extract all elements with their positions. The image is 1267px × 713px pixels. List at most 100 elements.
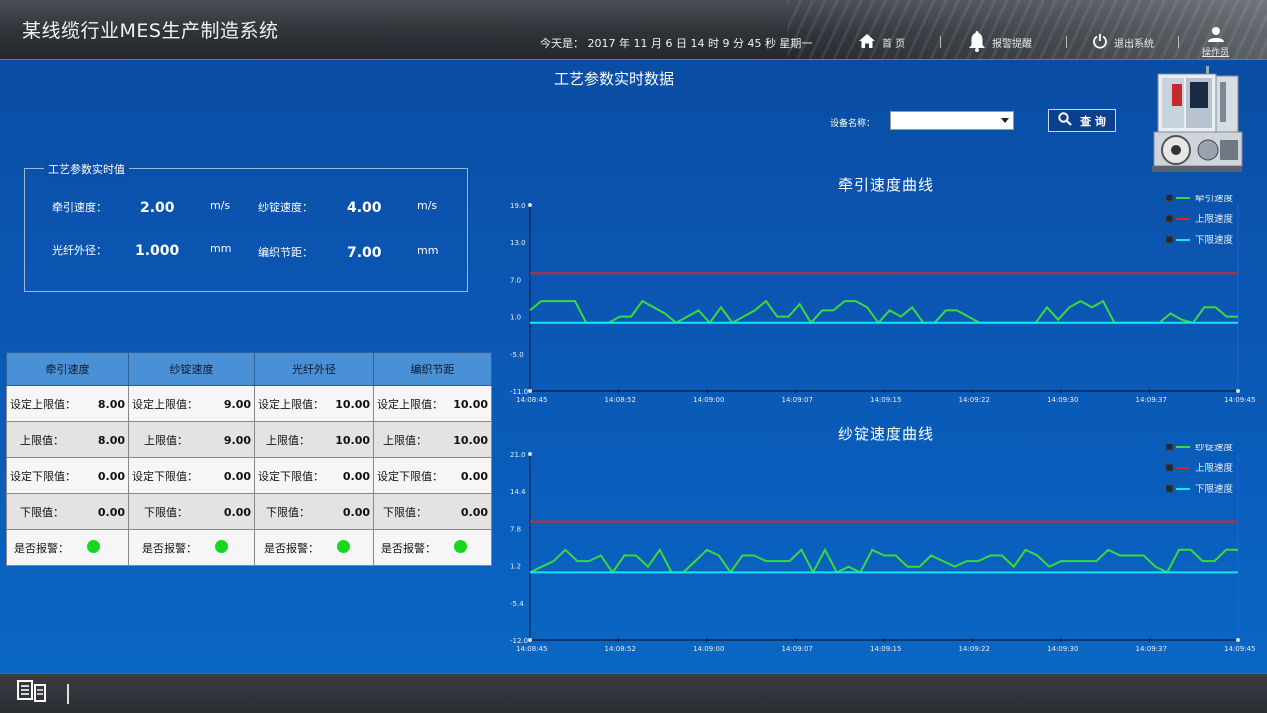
spindle-chart-title: 纱锭速度曲线: [838, 425, 935, 443]
limits-table: 牵引速度 纱锭速度 光纤外径 编织节距 设定上限值： 8.00 设定上限值： 9.0…: [6, 352, 492, 566]
legend-checkbox: [1165, 195, 1174, 202]
y-tick-label: -5.0: [510, 351, 524, 359]
table-header: 牵引速度: [6, 352, 129, 386]
nav-divider: [1066, 36, 1067, 48]
user-icon: [1207, 26, 1225, 45]
series-line: [529, 299, 1238, 325]
rt-diameter-unit: mm: [210, 242, 232, 255]
table-cell: 上限值： 9.00: [128, 421, 255, 458]
axis-marker: [528, 638, 532, 642]
nav-exit-button[interactable]: 退出系统: [1092, 30, 1154, 54]
nav-divider: [940, 36, 941, 48]
nav-user-button[interactable]: 操作员: [1202, 26, 1229, 58]
nav-alarm-button[interactable]: 报警提醒: [968, 30, 1032, 54]
axis-marker: [528, 452, 532, 456]
y-tick-label: -12.0: [510, 637, 528, 645]
bottom-divider: [67, 684, 69, 704]
rt-diameter-value: 1.000: [135, 243, 180, 259]
axis-marker: [528, 203, 532, 207]
nav-alarm-label: 报警提醒: [992, 38, 1032, 50]
spindle-speed-chart: 21.0 14.4 7.8 1.2 -5.4 -12.014:08:45 14:08:52 1…: [510, 444, 1255, 653]
legend-label: 下限速度: [1195, 234, 1234, 246]
power-icon: [1092, 33, 1108, 52]
table-cell: 设定下限值： 0.00: [128, 457, 255, 494]
x-tick-label: 14:09:07: [782, 645, 813, 653]
rt-pitch-label: 编织节距：: [258, 246, 313, 259]
table-cell: 是否报警：: [254, 529, 374, 566]
device-select[interactable]: [890, 111, 1014, 130]
search-icon: [1058, 112, 1072, 129]
table-cell: 设定上限值： 9.00: [128, 385, 255, 422]
x-tick-label: 14:09:30: [1047, 645, 1078, 653]
table-cell: 设定下限值： 0.00: [6, 457, 129, 494]
y-tick-label: -11.0: [510, 388, 528, 396]
rt-diameter-label: 光纤外径：: [52, 244, 107, 257]
y-tick-label: 1.2: [510, 563, 521, 571]
table-cell: 是否报警：: [6, 529, 129, 566]
axis-marker: [528, 389, 532, 393]
table-cell: 是否报警：: [373, 529, 492, 566]
x-tick-label: 14:09:15: [870, 396, 901, 404]
series-line: [529, 547, 1238, 575]
table-cell: 下限值： 0.00: [6, 493, 129, 530]
x-tick-label: 14:08:52: [605, 396, 636, 404]
y-tick-label: 7.8: [510, 525, 521, 533]
table-header: 光纤外径: [254, 352, 374, 386]
rt-spindle-label: 纱锭速度：: [258, 201, 313, 214]
query-button-label: 查 询: [1080, 114, 1106, 128]
table-cell: 设定上限值： 10.00: [373, 385, 492, 422]
nav-divider: [1178, 36, 1179, 48]
x-tick-label: 14:09:15: [870, 645, 901, 653]
table-cell: 下限值： 0.00: [254, 493, 374, 530]
realtime-values-panel: [24, 168, 468, 292]
rt-traction-unit: m/s: [210, 199, 231, 212]
legend-label: 牵引速度: [1195, 195, 1234, 204]
y-tick-label: 14.4: [510, 488, 526, 496]
document-list-icon[interactable]: [16, 679, 48, 707]
table-cell: 下限值： 0.00: [373, 493, 492, 530]
legend-checkbox: [1165, 235, 1174, 244]
legend-label: 纱锭速度: [1195, 444, 1234, 453]
table-header: 编织节距: [373, 352, 492, 386]
y-tick-label: -5.4: [510, 600, 524, 608]
table-row: 上限值： 8.00 上限值： 9.00 上限值： 10.00 上限值： 10.00: [6, 421, 492, 458]
chevron-down-icon: [1001, 118, 1009, 123]
legend-label: 上限速度: [1195, 462, 1234, 474]
table-row: 是否报警： 是否报警： 是否报警： 是否报警：: [6, 529, 492, 566]
query-button[interactable]: 查 询: [1048, 109, 1116, 132]
table-cell: 下限值： 0.00: [128, 493, 255, 530]
legend-checkbox: [1165, 214, 1174, 223]
y-tick-label: 1.0: [510, 314, 521, 322]
bell-icon: [968, 30, 986, 55]
rt-pitch-value: 7.00: [347, 245, 382, 261]
table-row: 设定上限值： 8.00 设定上限值： 9.00 设定上限值： 10.00 设定上限值：…: [6, 385, 492, 422]
y-tick-label: 7.0: [510, 276, 521, 284]
current-datetime: 今天是： 2017 年 11 月 6 日 14 时 9 分 45 秒 星期一: [540, 37, 813, 50]
home-icon: [858, 33, 876, 52]
nav-home-button[interactable]: 首 页: [858, 30, 905, 54]
nav-home-label: 首 页: [882, 38, 906, 50]
nav-user-label: 操作员: [1202, 48, 1230, 58]
alarm-status-indicator: [454, 539, 467, 553]
bottom-bar: [0, 673, 1267, 713]
device-name-label: 设备名称：: [830, 119, 876, 129]
legend-label: 下限速度: [1195, 483, 1234, 495]
x-tick-label: 14:08:52: [605, 645, 636, 653]
x-tick-label: 14:09:45: [1224, 396, 1255, 404]
page-title: 工艺参数实时数据: [554, 70, 675, 88]
realtime-values-title: 工艺参数实时值: [30, 161, 129, 177]
rt-traction-value: 2.00: [140, 200, 175, 216]
legend-checkbox: [1165, 444, 1174, 451]
x-tick-label: 14:09:37: [1136, 396, 1167, 404]
x-tick-label: 14:09:45: [1224, 645, 1255, 653]
table-cell: 设定上限值： 10.00: [254, 385, 374, 422]
rt-traction-label: 牵引速度：: [52, 201, 107, 214]
legend-checkbox: [1165, 463, 1174, 472]
rt-spindle-unit: m/s: [417, 199, 438, 212]
alarm-status-indicator: [215, 539, 228, 553]
x-tick-label: 14:09:30: [1047, 396, 1078, 404]
table-header-row: 牵引速度 纱锭速度 光纤外径 编织节距: [6, 352, 492, 386]
rt-spindle-value: 4.00: [347, 200, 382, 216]
x-tick-label: 14:08:45: [516, 396, 547, 404]
table-cell: 上限值： 10.00: [373, 421, 492, 458]
